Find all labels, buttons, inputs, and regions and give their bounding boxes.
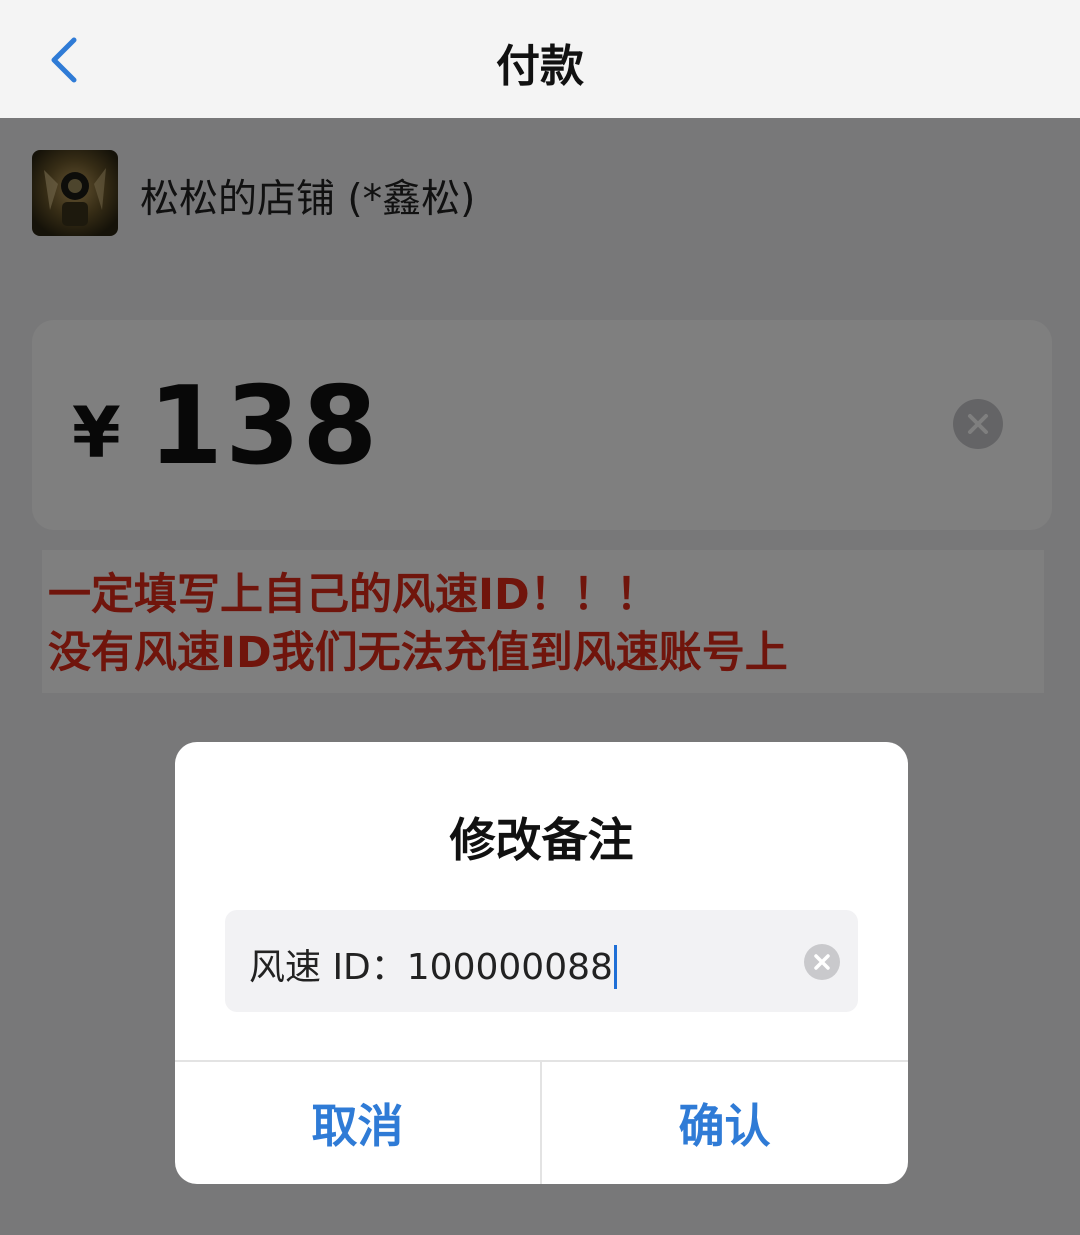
edit-remark-dialog: 修改备注 风速 ID：100000088 取消 确认 <box>175 742 908 1184</box>
remark-input[interactable]: 风速 ID：100000088 <box>225 910 858 1012</box>
text-cursor <box>613 945 617 989</box>
navigation-bar: 付款 <box>0 0 1080 119</box>
confirm-button[interactable]: 确认 <box>542 1062 907 1184</box>
page-title: 付款 <box>496 41 584 92</box>
remark-value: 风速 ID：100000088 <box>249 947 613 988</box>
clear-icon <box>814 954 830 970</box>
remark-clear-button[interactable] <box>804 944 840 980</box>
remark-input-text[interactable]: 风速 ID：100000088 <box>249 938 617 991</box>
dialog-title: 修改备注 <box>449 813 634 867</box>
cancel-button[interactable]: 取消 <box>175 1062 540 1184</box>
